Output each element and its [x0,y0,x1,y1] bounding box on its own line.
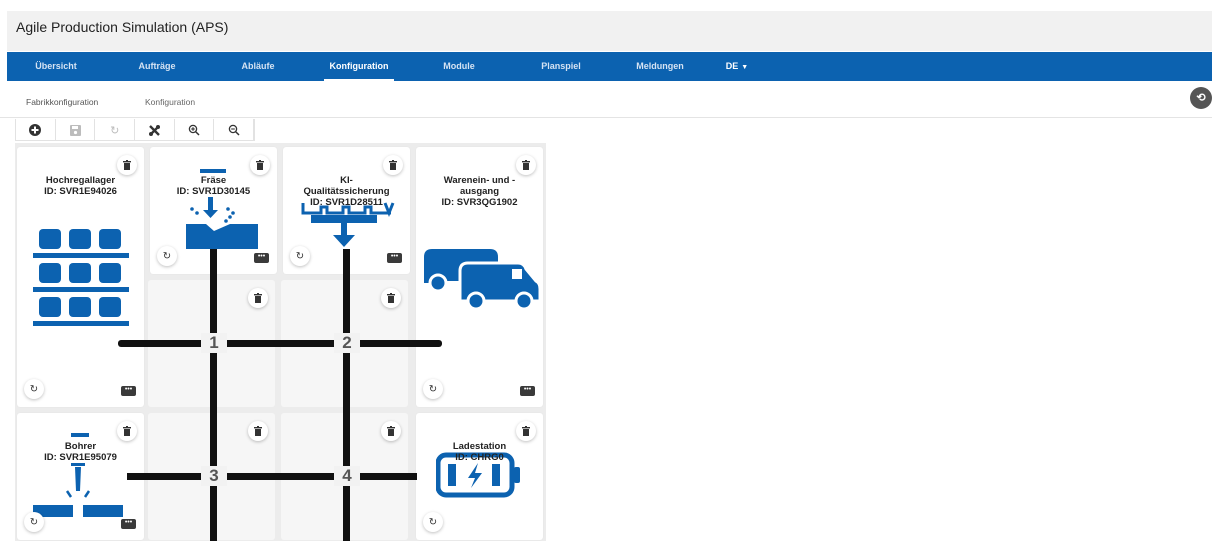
sub-tabs: Fabrikkonfiguration Konfiguration [0,82,1212,118]
trash-icon [254,426,262,436]
caret-down-icon: ▼ [741,64,749,71]
label-tag-icon[interactable]: ••• [520,386,535,396]
tab-fabrikkonfiguration[interactable]: Fabrikkonfiguration [26,97,98,107]
nav-ablaeufe[interactable]: Abläufe [237,52,279,81]
trash-icon [123,160,131,170]
intersection-3[interactable]: 3 [201,466,227,486]
nav-meldungen[interactable]: Meldungen [632,52,688,81]
road-horizontal-1 [118,340,442,347]
app-header: Agile Production Simulation (APS) [7,11,1212,51]
nav-module[interactable]: Module [439,52,479,81]
module-title: KI- Qualitätssicherung ID: SVR1D28511 [283,175,410,208]
intersection-1[interactable]: 1 [201,333,227,353]
rotate-icon: ↻ [295,250,305,262]
zoom-in-button[interactable] [175,119,215,141]
trash-icon [387,426,395,436]
delivery-trucks-icon [424,249,542,311]
delete-button[interactable] [248,288,268,308]
delete-button[interactable] [383,155,403,175]
delete-button[interactable] [117,155,137,175]
label-tag-icon[interactable]: ••• [387,253,402,263]
module-bohrer[interactable]: Bohrer ID: SVR1E95079 ↻ ••• [17,413,144,540]
zoom-out-button[interactable] [214,119,255,141]
save-button[interactable] [56,119,96,141]
module-name-line1: KI- [340,175,353,186]
module-title: Hochregallager ID: SVR1E94026 [17,175,144,197]
add-module-button[interactable] [16,119,56,141]
rotate-icon: ↻ [162,250,172,262]
module-name-line2: ausgang [459,186,500,197]
delete-button[interactable] [381,421,401,441]
module-id: ID: CHRG0 [455,452,504,463]
rotate-button[interactable]: ↻ [157,246,177,266]
refresh-icon: ↻ [110,124,120,137]
module-title: Warenein- und - ausgang ID: SVR3QG1902 [416,175,543,208]
warehouse-shelf-icon [33,229,129,326]
module-title: Ladestation ID: CHRG0 [416,441,543,463]
tab-konfiguration[interactable]: Konfiguration [145,97,195,107]
module-name-line1: Warenein- und - [443,175,516,186]
module-name-line2: Qualitätssicherung [303,186,390,197]
trash-icon [254,293,262,303]
road-horizontal-2 [127,473,417,480]
sync-icon[interactable]: ⟲ [1190,87,1212,109]
label-tag-icon[interactable]: ••• [121,386,136,396]
language-label: DE [725,61,739,71]
trash-icon [389,160,397,170]
module-warenein-und-ausgang[interactable]: Warenein- und - ausgang ID: SVR3QG1902 ↻… [416,147,543,407]
label-tag-icon[interactable]: ••• [121,519,136,529]
reset-button[interactable]: ↻ [95,119,136,141]
rotate-button[interactable]: ↻ [423,379,443,399]
nav-konfiguration[interactable]: Konfiguration [324,52,394,81]
main-nav: Übersicht Aufträge Abläufe Konfiguration… [7,52,1212,81]
module-id: ID: SVR1E94026 [44,186,117,197]
road-vertical-2 [343,249,350,541]
zoom-out-icon [228,124,240,136]
rotate-button[interactable]: ↻ [290,246,310,266]
language-dropdown[interactable]: DE ▼ [717,52,757,81]
rotate-button[interactable]: ↻ [24,379,44,399]
swap-button[interactable] [135,119,175,141]
layout-toolbar: ↻ [15,119,255,141]
module-name: Hochregallager [45,175,116,186]
delete-button[interactable] [248,421,268,441]
label-tag-icon[interactable]: ••• [254,253,269,263]
rotate-button[interactable]: ↻ [423,512,443,532]
delete-button[interactable] [516,421,536,441]
intersection-2[interactable]: 2 [334,333,360,353]
module-hochregallager[interactable]: Hochregallager ID: SVR1E94026 ↻ ••• [17,147,144,407]
rotate-icon: ↻ [29,383,39,395]
nav-planspiel[interactable]: Planspiel [537,52,585,81]
module-id: ID: SVR1D28511 [310,197,383,208]
module-id: ID: SVR3QG1902 [441,197,518,208]
trash-icon [387,293,395,303]
save-icon [69,124,81,136]
zoom-in-icon [188,124,200,136]
delete-button[interactable] [381,288,401,308]
module-name: Ladestation [452,441,507,452]
app-title: Agile Production Simulation (APS) [16,19,229,35]
plus-circle-icon [29,124,42,136]
trash-icon [522,160,530,170]
swap-icon [148,124,160,136]
nav-uebersicht[interactable]: Übersicht [31,52,81,81]
nav-auftraege[interactable]: Aufträge [135,52,179,81]
factory-grid: Hochregallager ID: SVR1E94026 ↻ ••• Fräs… [15,143,546,541]
rotate-icon: ↻ [428,383,438,395]
milling-machine-icon [186,169,258,249]
module-ladestation[interactable]: Ladestation ID: CHRG0 ↻ [416,413,543,540]
rotate-icon: ↻ [29,516,39,528]
rotate-button[interactable]: ↻ [24,512,44,532]
trash-icon [522,426,530,436]
intersection-4[interactable]: 4 [334,466,360,486]
rotate-icon: ↻ [428,516,438,528]
road-vertical-1 [210,249,217,541]
delete-button[interactable] [516,155,536,175]
